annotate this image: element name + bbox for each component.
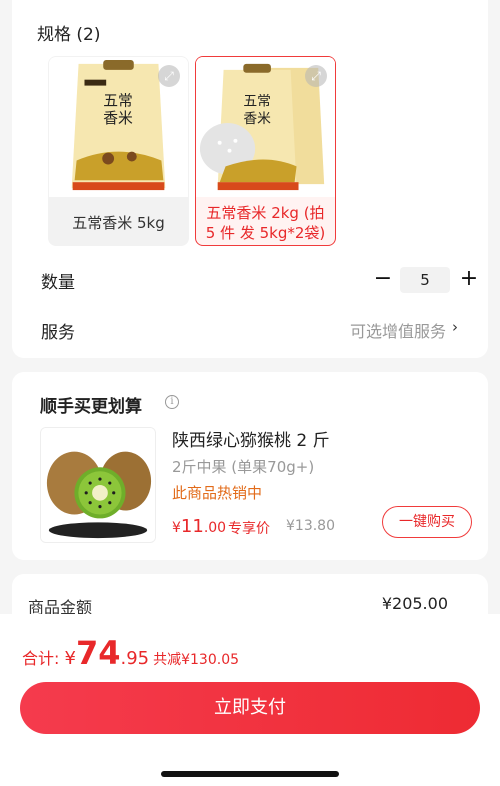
spec-option-label: 五常香米 5kg xyxy=(72,214,165,232)
addon-product-spec: 2斤中果 (单果70g+) xyxy=(172,458,315,476)
spec-option-5kg[interactable]: 五常 香米 ⤢ 五常香米 5kg xyxy=(48,56,189,246)
spec-card: 规格 (2) 五常 香米 ⤢ 五常香米 5kg 五常 香米 ⤢ 五常香米 2kg… xyxy=(12,0,488,358)
svg-text:香米: 香米 xyxy=(103,110,133,127)
svg-text:五常: 五常 xyxy=(243,93,271,109)
info-icon[interactable]: i xyxy=(165,395,179,409)
home-indicator[interactable] xyxy=(161,771,339,777)
addon-card: 顺手买更划算 i 陕西绿心猕猴桃 2 斤 2斤中果 (单果70g+) 此商品热销… xyxy=(12,372,488,560)
quantity-label: 数量 xyxy=(41,273,75,293)
kiwi-image[interactable] xyxy=(40,427,156,543)
goods-amount-value: ¥205.00 xyxy=(381,594,448,613)
minus-button[interactable]: − xyxy=(372,265,394,295)
price-decimal: .00 xyxy=(203,520,227,536)
checkout-bar: 合计: ¥74.95 共减¥130.05 立即支付 xyxy=(0,614,500,786)
plus-button[interactable]: + xyxy=(458,265,480,295)
pay-now-button[interactable]: 立即支付 xyxy=(20,682,480,734)
spec-title: 规格 (2) xyxy=(37,25,101,45)
total-currency: ¥ xyxy=(64,648,76,669)
service-label: 服务 xyxy=(41,323,75,343)
addon-title: 顺手买更划算 xyxy=(40,397,142,417)
spec-option-label: 五常香米 2kg (拍 5 件 发 5kg*2袋) xyxy=(205,204,326,242)
svg-text:香米: 香米 xyxy=(243,111,271,127)
total-amount: 合计: ¥74.95 共减¥130.05 xyxy=(22,634,239,672)
price-integer: 11 xyxy=(180,516,204,537)
total-discount: 共减¥130.05 xyxy=(153,652,240,668)
service-option-link[interactable]: 可选增值服务 xyxy=(350,318,446,342)
total-label: 合计: xyxy=(22,649,65,668)
price-currency: ¥ xyxy=(172,520,181,536)
quantity-input[interactable]: 5 xyxy=(400,267,450,293)
total-decimal: .95 xyxy=(120,648,150,669)
expand-icon[interactable]: ⤢ xyxy=(158,65,180,87)
quantity-stepper: − 5 + xyxy=(372,265,482,295)
addon-product-name[interactable]: 陕西绿心猕猴桃 2 斤 xyxy=(172,426,330,451)
svg-text:五常: 五常 xyxy=(103,92,133,109)
spec-option-2kg[interactable]: 五常 香米 ⤢ 五常香米 2kg (拍 5 件 发 5kg*2袋) xyxy=(195,56,336,246)
original-price: ¥13.80 xyxy=(286,518,335,534)
expand-icon[interactable]: ⤢ xyxy=(305,65,327,87)
addon-price: ¥11.00 xyxy=(172,516,226,537)
hot-sale-badge: 此商品热销中 xyxy=(172,484,263,502)
exclusive-price-tag: 专享价 xyxy=(228,521,270,537)
chevron-right-icon[interactable]: › xyxy=(452,318,458,336)
total-integer: 74 xyxy=(75,634,121,672)
one-click-buy-button[interactable]: 一键购买 xyxy=(382,506,472,538)
